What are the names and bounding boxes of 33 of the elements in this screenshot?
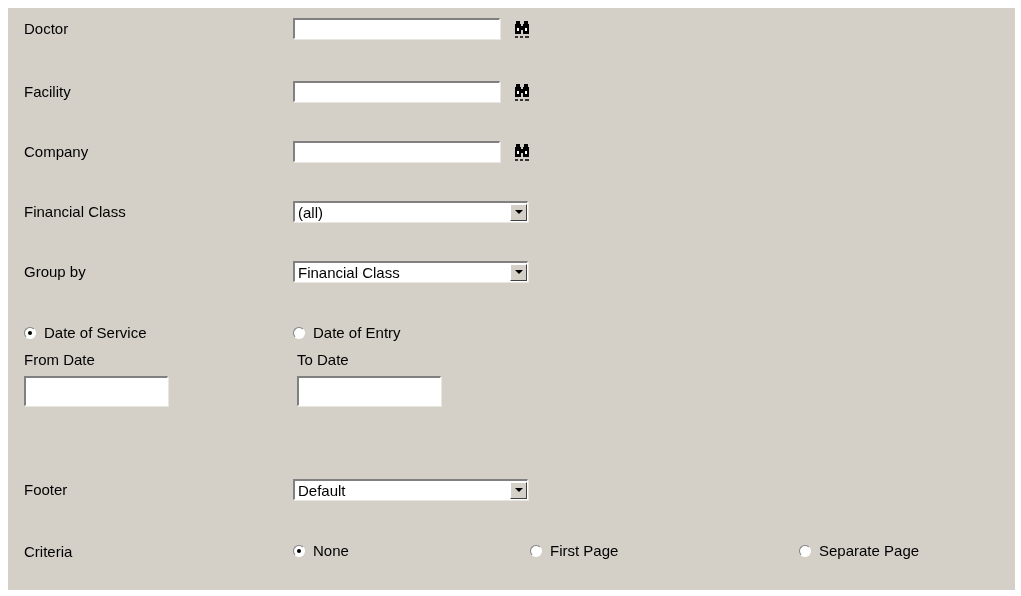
binoculars-icon[interactable] xyxy=(514,20,530,38)
radio-button[interactable] xyxy=(293,326,305,339)
field-label: Criteria xyxy=(24,542,74,560)
radio-button[interactable] xyxy=(799,544,811,557)
radio-option[interactable]: First Page xyxy=(530,542,799,559)
radio-button[interactable] xyxy=(530,544,542,557)
field-label: Financial Class xyxy=(24,202,127,220)
field-label: Facility xyxy=(24,82,72,100)
dropdown[interactable]: Default xyxy=(293,479,528,500)
field-label: Group by xyxy=(24,262,87,280)
radio-button[interactable] xyxy=(24,326,36,339)
binoculars-icon[interactable] xyxy=(514,83,530,101)
field-label: Company xyxy=(24,142,90,160)
field-label: Doctor xyxy=(24,19,70,37)
caret-icon xyxy=(510,481,527,499)
lookup-field[interactable] xyxy=(293,141,500,162)
radio-button[interactable] xyxy=(293,544,305,557)
date-field[interactable] xyxy=(297,376,441,406)
field-label: From Date xyxy=(24,351,96,368)
radio-option[interactable]: Separate Page xyxy=(799,542,999,559)
dropdown[interactable]: Financial Class xyxy=(293,261,528,282)
caret-icon xyxy=(510,203,527,221)
lookup-field[interactable] xyxy=(293,18,500,39)
date-field[interactable] xyxy=(24,376,168,406)
radio-option[interactable]: Date of Entry xyxy=(293,324,493,341)
caret-icon xyxy=(510,263,527,281)
binoculars-icon[interactable] xyxy=(514,143,530,161)
field-label: Footer xyxy=(24,480,69,498)
radio-option[interactable]: Date of Service xyxy=(24,324,293,341)
radio-option[interactable]: None xyxy=(293,542,530,559)
lookup-field[interactable] xyxy=(293,81,500,102)
field-label: To Date xyxy=(297,351,350,368)
dropdown[interactable]: (all) xyxy=(293,201,528,222)
